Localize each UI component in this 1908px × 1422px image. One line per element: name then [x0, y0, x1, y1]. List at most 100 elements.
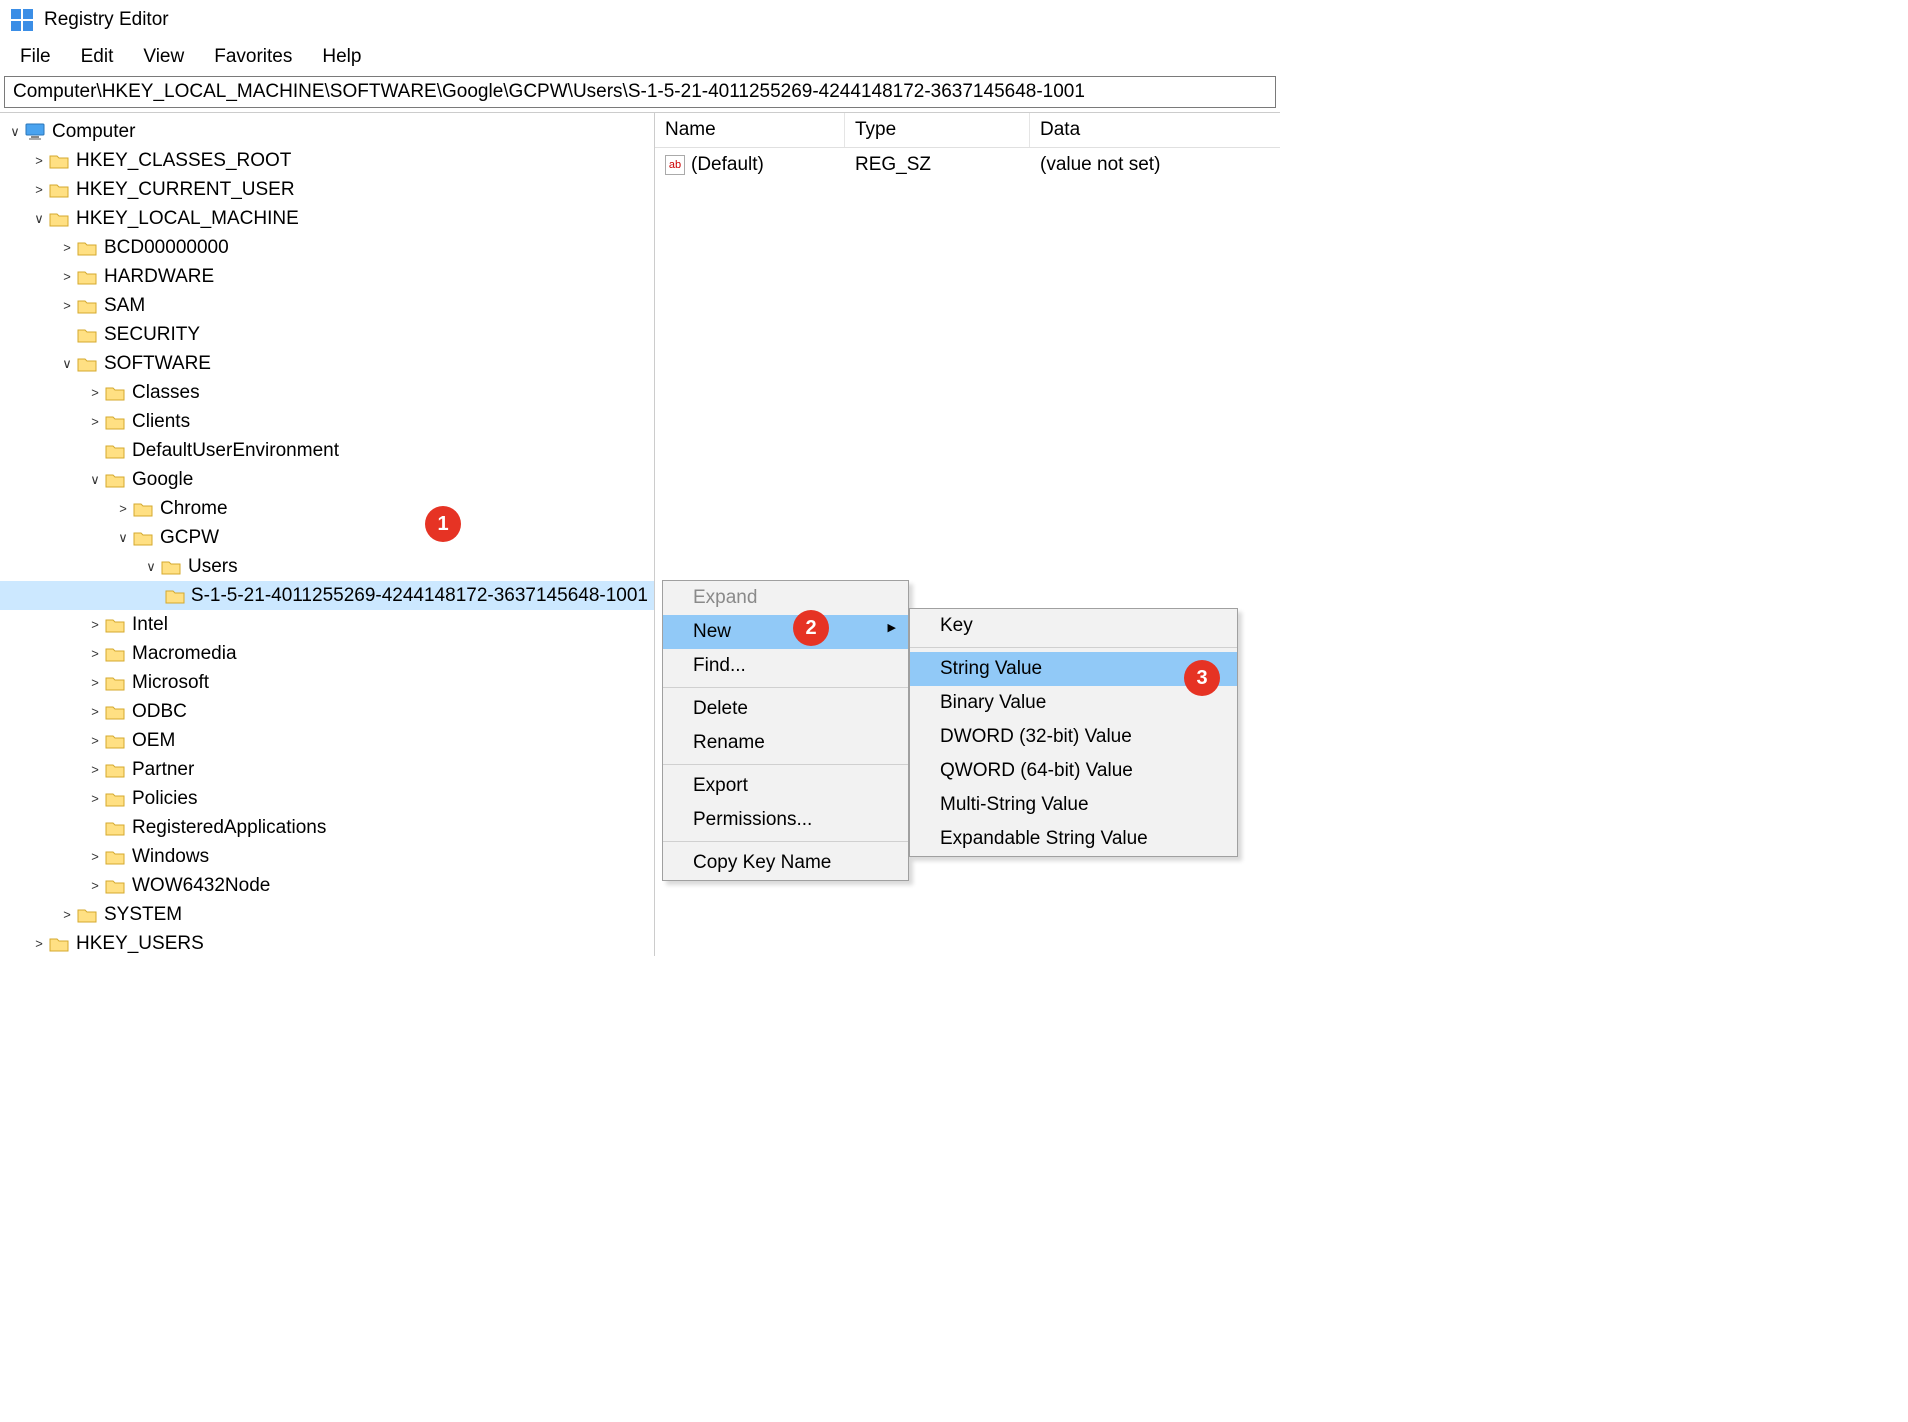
- tree-sam[interactable]: >SAM: [0, 291, 654, 320]
- expand-icon[interactable]: >: [30, 175, 48, 204]
- tree-clients[interactable]: >Clients: [0, 407, 654, 436]
- titlebar: Registry Editor: [0, 0, 1280, 40]
- column-name[interactable]: Name: [655, 113, 845, 147]
- collapse-icon[interactable]: ∨: [6, 117, 24, 146]
- folder-icon: [104, 440, 126, 462]
- tree-windows[interactable]: >Windows: [0, 842, 654, 871]
- tree-hcu[interactable]: >HKEY_CURRENT_USER: [0, 175, 654, 204]
- tree-hardware[interactable]: >HARDWARE: [0, 262, 654, 291]
- collapse-icon[interactable]: ∨: [114, 523, 132, 552]
- expand-icon[interactable]: >: [86, 784, 104, 813]
- tree-odbc[interactable]: >ODBC: [0, 697, 654, 726]
- expand-icon[interactable]: >: [86, 842, 104, 871]
- ctx-separator: [663, 687, 908, 688]
- sub-expand[interactable]: Expandable String Value: [910, 822, 1237, 856]
- value-type: REG_SZ: [845, 148, 1030, 182]
- tree-hcr[interactable]: >HKEY_CLASSES_ROOT: [0, 146, 654, 175]
- tree-bcd[interactable]: >BCD00000000: [0, 233, 654, 262]
- collapse-icon[interactable]: ∨: [142, 552, 160, 581]
- tree-partner[interactable]: >Partner: [0, 755, 654, 784]
- expand-icon[interactable]: >: [86, 726, 104, 755]
- collapse-icon[interactable]: ∨: [86, 465, 104, 494]
- folder-icon: [48, 208, 70, 230]
- expand-icon[interactable]: >: [86, 610, 104, 639]
- value-row-default[interactable]: ab(Default) REG_SZ (value not set): [655, 148, 1280, 182]
- menu-favorites[interactable]: Favorites: [200, 44, 306, 70]
- folder-icon: [104, 817, 126, 839]
- tree-system[interactable]: >SYSTEM: [0, 900, 654, 929]
- tree-oem[interactable]: >OEM: [0, 726, 654, 755]
- expand-icon[interactable]: >: [30, 146, 48, 175]
- tree-users[interactable]: ∨Users: [0, 552, 654, 581]
- tree-security[interactable]: SECURITY: [0, 320, 654, 349]
- tree-intel[interactable]: >Intel: [0, 610, 654, 639]
- folder-icon: [104, 469, 126, 491]
- tree-gcpw[interactable]: ∨GCPW: [0, 523, 654, 552]
- tree-classes[interactable]: >Classes: [0, 378, 654, 407]
- collapse-icon[interactable]: ∨: [58, 349, 76, 378]
- expand-icon[interactable]: >: [58, 291, 76, 320]
- collapse-icon[interactable]: ∨: [30, 204, 48, 233]
- tree-policies[interactable]: >Policies: [0, 784, 654, 813]
- ctx-rename[interactable]: Rename: [663, 726, 908, 760]
- menubar: File Edit View Favorites Help: [0, 40, 1280, 76]
- menu-edit[interactable]: Edit: [67, 44, 128, 70]
- ctx-copy-key[interactable]: Copy Key Name: [663, 846, 908, 880]
- tree-hku[interactable]: >HKEY_USERS: [0, 929, 654, 956]
- column-data[interactable]: Data: [1030, 113, 1280, 147]
- expand-icon[interactable]: >: [86, 407, 104, 436]
- expand-icon[interactable]: >: [30, 929, 48, 956]
- menu-view[interactable]: View: [129, 44, 198, 70]
- ctx-permissions[interactable]: Permissions...: [663, 803, 908, 837]
- column-type[interactable]: Type: [845, 113, 1030, 147]
- regedit-icon: [10, 8, 34, 32]
- expand-icon[interactable]: >: [58, 233, 76, 262]
- tree-macromedia[interactable]: >Macromedia: [0, 639, 654, 668]
- address-bar[interactable]: Computer\HKEY_LOCAL_MACHINE\SOFTWARE\Goo…: [4, 76, 1276, 108]
- folder-icon: [165, 585, 185, 607]
- expand-icon[interactable]: >: [86, 639, 104, 668]
- folder-icon: [132, 527, 154, 549]
- ctx-new[interactable]: New: [663, 615, 908, 649]
- ctx-expand[interactable]: Expand: [663, 581, 908, 615]
- tree-wow[interactable]: >WOW6432Node: [0, 871, 654, 900]
- folder-icon: [76, 353, 98, 375]
- tree-root[interactable]: ∨Computer: [0, 117, 654, 146]
- expand-icon[interactable]: >: [86, 378, 104, 407]
- tree-hlm[interactable]: ∨HKEY_LOCAL_MACHINE: [0, 204, 654, 233]
- expand-icon[interactable]: >: [86, 871, 104, 900]
- expand-icon[interactable]: >: [58, 262, 76, 291]
- ctx-find[interactable]: Find...: [663, 649, 908, 683]
- tree-google[interactable]: ∨Google: [0, 465, 654, 494]
- ctx-export[interactable]: Export: [663, 769, 908, 803]
- submenu-new: Key String Value Binary Value DWORD (32-…: [909, 608, 1238, 857]
- tree-microsoft[interactable]: >Microsoft: [0, 668, 654, 697]
- window-title: Registry Editor: [44, 9, 169, 31]
- folder-icon: [160, 556, 182, 578]
- tree-software[interactable]: ∨SOFTWARE: [0, 349, 654, 378]
- folder-icon: [104, 788, 126, 810]
- ctx-separator: [663, 764, 908, 765]
- tree-panel[interactable]: ∨Computer >HKEY_CLASSES_ROOT >HKEY_CURRE…: [0, 113, 655, 956]
- tree-sid-selected[interactable]: S-1-5-21-4011255269-4244148172-363714564…: [0, 581, 654, 610]
- tree-regapps[interactable]: RegisteredApplications: [0, 813, 654, 842]
- folder-icon: [76, 295, 98, 317]
- ctx-delete[interactable]: Delete: [663, 692, 908, 726]
- menu-help[interactable]: Help: [308, 44, 375, 70]
- sub-dword[interactable]: DWORD (32-bit) Value: [910, 720, 1237, 754]
- tree-chrome[interactable]: >Chrome: [0, 494, 654, 523]
- expand-icon[interactable]: >: [86, 668, 104, 697]
- folder-icon: [104, 701, 126, 723]
- tree-due[interactable]: DefaultUserEnvironment: [0, 436, 654, 465]
- sub-qword[interactable]: QWORD (64-bit) Value: [910, 754, 1237, 788]
- sub-multi[interactable]: Multi-String Value: [910, 788, 1237, 822]
- menu-file[interactable]: File: [6, 44, 65, 70]
- expand-icon[interactable]: >: [86, 755, 104, 784]
- sub-binary[interactable]: Binary Value: [910, 686, 1237, 720]
- sub-key[interactable]: Key: [910, 609, 1237, 643]
- expand-icon[interactable]: >: [58, 900, 76, 929]
- expand-icon[interactable]: >: [86, 697, 104, 726]
- folder-icon: [48, 179, 70, 201]
- folder-icon: [104, 382, 126, 404]
- expand-icon[interactable]: >: [114, 494, 132, 523]
